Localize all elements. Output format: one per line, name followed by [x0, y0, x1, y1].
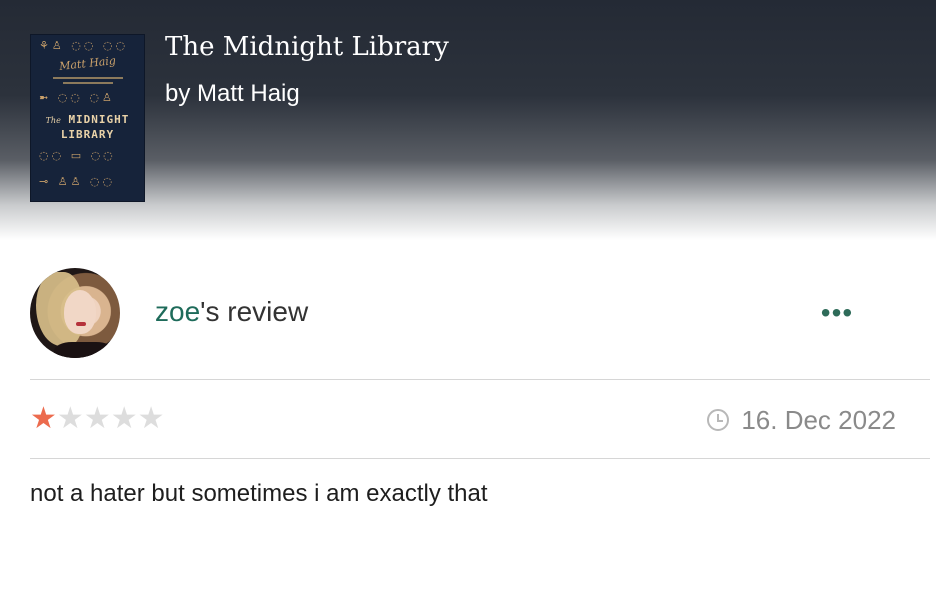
cover-title-prefix: The [45, 116, 61, 125]
star-empty-icon: ★ [110, 402, 138, 435]
review-text: not a hater but sometimes i am exactly t… [30, 480, 488, 507]
divider [30, 458, 930, 459]
more-options-icon[interactable]: ••• [812, 299, 862, 327]
book-author[interactable]: by Matt Haig [165, 80, 300, 108]
star-empty-icon: ★ [137, 402, 165, 435]
cover-rule [63, 82, 113, 84]
review-date-text: 16. Dec 2022 [741, 404, 896, 435]
book-cover[interactable]: ⚘♙ ◌◌ ◌◌ Matt Haig ➼ ◌◌ ◌♙ The MIDNIGHT … [30, 34, 145, 202]
book-header: ⚘♙ ◌◌ ◌◌ Matt Haig ➼ ◌◌ ◌♙ The MIDNIGHT … [0, 0, 936, 245]
avatar-face [64, 290, 96, 334]
cover-author: Matt Haig [58, 54, 117, 73]
divider [30, 379, 930, 380]
review-heading-suffix: 's review [200, 296, 309, 327]
cover-title: The MIDNIGHT LIBRARY [31, 113, 144, 142]
review-date: 16. Dec 2022 [707, 404, 896, 436]
cover-decoration: ◌◌ ▭ ◌◌ [39, 149, 116, 162]
book-title[interactable]: The Midnight Library [165, 32, 449, 62]
avatar-dress [54, 342, 114, 358]
star-rating: ★★★★★ [30, 402, 165, 436]
cover-title-line1: MIDNIGHT [68, 113, 130, 126]
cover-decoration: ➼ ◌◌ ◌♙ [39, 91, 115, 104]
avatar[interactable] [30, 268, 120, 358]
cover-title-line2: LIBRARY [60, 128, 115, 141]
cover-decoration: ⊸ ♙♙ ◌◌ [39, 175, 116, 188]
star-filled-icon: ★ [30, 402, 57, 435]
cover-decoration: ⚘♙ ◌◌ ◌◌ [39, 39, 129, 52]
reviewer-username[interactable]: zoe [155, 296, 200, 327]
avatar-lips [76, 322, 86, 326]
star-empty-icon: ★ [56, 402, 84, 435]
review-heading: zoe's review [155, 296, 308, 328]
star-empty-icon: ★ [83, 402, 111, 435]
clock-icon [707, 409, 730, 431]
cover-rule [53, 77, 123, 79]
